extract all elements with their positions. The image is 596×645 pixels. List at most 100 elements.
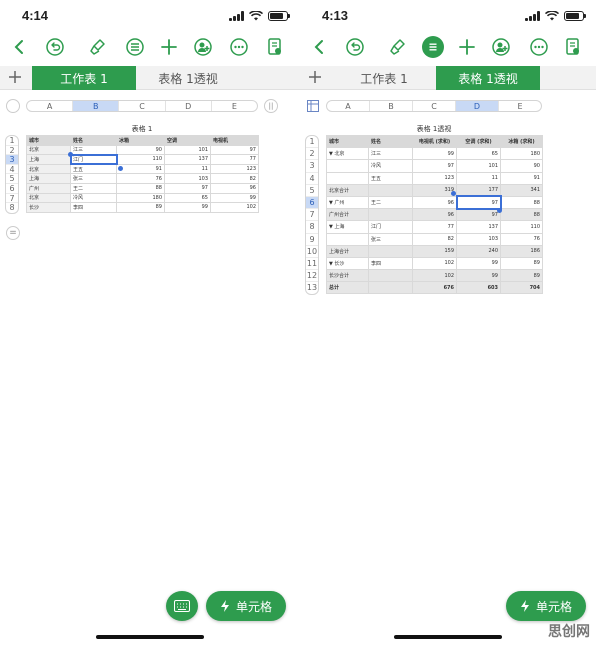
table-cell[interactable]: 101	[164, 144, 211, 156]
pivot-cell[interactable]: 123	[412, 171, 457, 185]
pivot-cell[interactable]: 88	[500, 208, 543, 222]
column-resize-handle[interactable]: ||	[264, 99, 278, 113]
table-cell[interactable]: 110	[116, 154, 165, 165]
row-header[interactable]: 7	[306, 209, 318, 222]
pivot-cell[interactable]: 77	[412, 220, 457, 234]
column-header[interactable]: D	[456, 101, 499, 111]
brush-icon[interactable]	[386, 36, 408, 58]
table-cell[interactable]: 89	[116, 202, 165, 213]
table-cell[interactable]: 77	[210, 154, 259, 165]
pivot-cell[interactable]: 99	[456, 256, 501, 271]
pivot-cell[interactable]: 103	[456, 232, 501, 246]
table-cell[interactable]: 76	[116, 173, 165, 184]
pivot-cell[interactable]: 王二	[368, 195, 413, 210]
table-cell[interactable]: 江三	[70, 144, 117, 156]
header-cell[interactable]: 冰箱	[116, 135, 165, 146]
pivot-cell[interactable]: ▼ 北京	[326, 147, 369, 161]
tab-pivot[interactable]: 表格 1透视	[136, 66, 240, 90]
table-cell[interactable]: 王五	[70, 163, 117, 175]
pivot-cell[interactable]	[368, 269, 413, 283]
row-header[interactable]: 5	[306, 185, 318, 197]
cell-format-button[interactable]: 单元格	[506, 591, 586, 621]
table-select-handle[interactable]	[6, 99, 20, 113]
pivot-cell[interactable]: 82	[412, 232, 457, 246]
row-header[interactable]: 2	[6, 146, 18, 156]
table-cell[interactable]: 上海	[26, 154, 71, 165]
pivot-cell[interactable]: 90	[500, 159, 543, 173]
table-cell[interactable]: 冷风	[70, 192, 117, 204]
row-header[interactable]: 5	[6, 174, 18, 184]
row-header[interactable]: 13	[306, 282, 318, 294]
row-header[interactable]: 8	[306, 221, 318, 234]
table-cell[interactable]: 上海	[26, 173, 71, 184]
pivot-cell[interactable]: 99	[456, 269, 501, 283]
pivot-cell[interactable]: 102	[412, 269, 457, 283]
pivot-cell[interactable]: 97	[456, 208, 501, 222]
row-header[interactable]: 4	[306, 173, 318, 185]
selection-handle[interactable]	[497, 208, 502, 213]
pivot-cell[interactable]: 11	[456, 171, 501, 185]
pivot-cell[interactable]: 341	[500, 183, 543, 197]
pivot-cell[interactable]: 704	[500, 281, 543, 295]
table-cell[interactable]: 99	[164, 202, 211, 213]
pivot-cell[interactable]	[326, 232, 369, 246]
column-header[interactable]: A	[327, 101, 370, 111]
row-header[interactable]: 2	[306, 148, 318, 161]
table-cell[interactable]: 103	[164, 173, 211, 184]
pivot-table-icon[interactable]	[306, 99, 320, 113]
table-cell[interactable]: 广州	[26, 182, 71, 194]
pivot-cell[interactable]: 89	[500, 256, 543, 271]
more-icon[interactable]	[228, 36, 250, 58]
pivot-cell[interactable]: 江门	[368, 220, 413, 234]
pivot-cell[interactable]: 186	[500, 244, 543, 258]
table-cell[interactable]: 北京	[26, 192, 71, 204]
column-header-bar[interactable]: A B C D E	[326, 100, 542, 112]
table-cell[interactable]: 88	[116, 182, 165, 194]
add-icon[interactable]	[158, 36, 180, 58]
column-header[interactable]: B	[73, 101, 120, 111]
pivot-cell[interactable]: 广州合计	[326, 208, 369, 222]
column-header[interactable]: E	[212, 101, 257, 111]
more-icon[interactable]	[528, 36, 550, 58]
table-cell[interactable]: 137	[164, 154, 211, 165]
pivot-cell[interactable]: 676	[412, 281, 457, 295]
table-cell[interactable]: 97	[210, 144, 259, 156]
home-indicator[interactable]	[394, 635, 502, 639]
add-row-handle[interactable]: =	[6, 226, 20, 240]
pivot-cell[interactable]: 97	[412, 159, 457, 173]
pivot-cell[interactable]: 长沙合计	[326, 269, 369, 283]
back-icon[interactable]	[9, 36, 31, 58]
pivot-cell[interactable]	[368, 281, 413, 295]
undo-icon[interactable]	[44, 36, 66, 58]
pivot-cell[interactable]: ▼ 上海	[326, 220, 369, 234]
table-cell[interactable]: 长沙	[26, 202, 71, 213]
pivot-cell[interactable]: 冷风	[368, 159, 413, 173]
header-cell[interactable]: 空调	[164, 135, 211, 146]
pivot-cell[interactable]	[326, 159, 369, 173]
pivot-cell[interactable]: 180	[500, 147, 543, 161]
pivot-cell[interactable]: ▼ 长沙	[326, 256, 369, 271]
table-cell[interactable]: 123	[210, 163, 259, 175]
pivot-cell[interactable]: 北京合计	[326, 183, 369, 197]
pivot-cell[interactable]: ▼ 广州	[326, 195, 369, 210]
row-header[interactable]: 12	[306, 270, 318, 283]
pivot-cell[interactable]: 240	[456, 244, 501, 258]
header-cell[interactable]: 姓名	[70, 135, 117, 146]
table-cell[interactable]: 99	[210, 192, 259, 204]
header-cell[interactable]: 城市	[26, 135, 71, 146]
column-header[interactable]: D	[166, 101, 212, 111]
tab-sheet1[interactable]: 工作表 1	[32, 66, 136, 90]
collaborate-icon[interactable]	[490, 36, 512, 58]
row-header[interactable]: 6	[306, 196, 318, 210]
table-cell[interactable]: 96	[210, 182, 259, 194]
cell-format-button[interactable]: 单元格	[206, 591, 286, 621]
header-cell[interactable]: 城市	[326, 134, 369, 149]
format-icon[interactable]	[422, 36, 444, 58]
table-cell[interactable]: 82	[210, 173, 259, 184]
pivot-cell[interactable]: 王五	[368, 171, 413, 185]
pivot-cell[interactable]: 97	[455, 195, 502, 210]
pivot-cell[interactable]: 李四	[368, 256, 413, 271]
pivot-cell[interactable]: 603	[456, 281, 501, 295]
column-header-bar[interactable]: A B C D E	[26, 100, 258, 112]
table-cell[interactable]: 北京	[26, 144, 71, 156]
